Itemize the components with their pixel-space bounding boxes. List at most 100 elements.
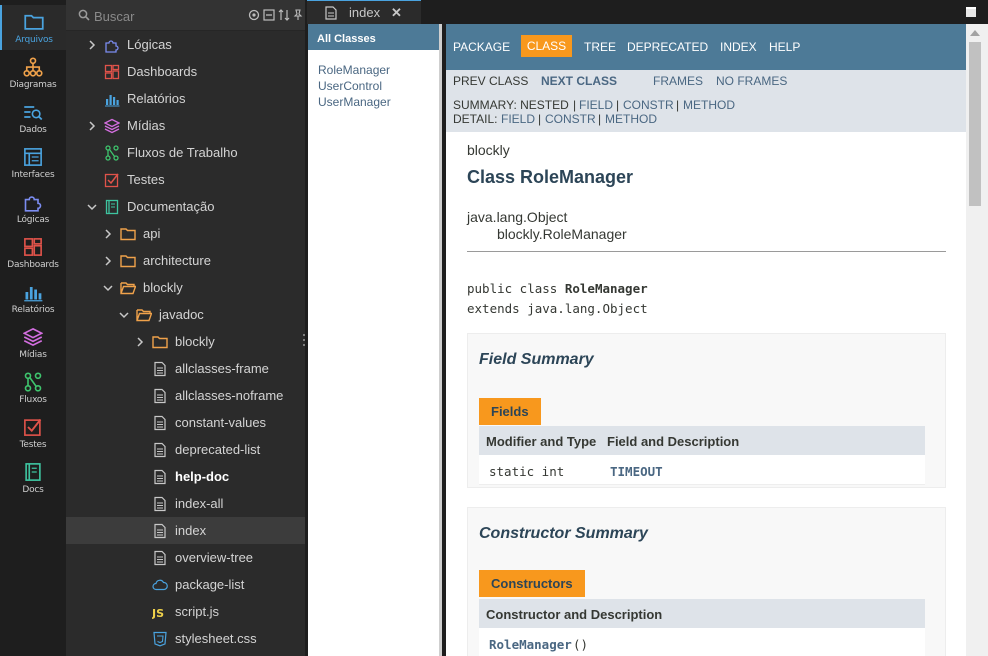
scroll-thumb[interactable] — [969, 42, 981, 206]
tab-index[interactable]: index ✕ — [307, 0, 421, 24]
all-classes-frame: All Classes RoleManager UserControl User… — [308, 24, 442, 656]
tree-item[interactable]: Lógicas — [66, 31, 305, 58]
tree-item[interactable]: stylesheet.css — [66, 625, 305, 652]
tree-item[interactable]: Documentação — [66, 193, 305, 220]
tree-item[interactable]: blockly — [66, 274, 305, 301]
pin-icon[interactable] — [292, 9, 304, 21]
class-link-usermanager[interactable]: UserManager — [318, 94, 391, 110]
activity-item-relatorios[interactable]: Relatórios — [0, 275, 66, 320]
tree-item[interactable]: architecture — [66, 247, 305, 274]
maximize-button[interactable] — [966, 7, 976, 17]
activity-item-fluxos[interactable]: Fluxos — [0, 365, 66, 410]
nav-help[interactable]: HELP — [769, 40, 800, 54]
search-input[interactable] — [94, 6, 244, 26]
field-timeout-link[interactable]: TIMEOUT — [610, 464, 663, 479]
target-icon[interactable] — [248, 9, 260, 21]
tree-item[interactable]: javadoc — [66, 301, 305, 328]
scroll-up-arrow[interactable] — [970, 30, 980, 36]
activity-item-label: Dashboards — [7, 259, 59, 270]
detail-field-link[interactable]: FIELD — [501, 112, 535, 126]
tree-item[interactable]: help-doc — [66, 463, 305, 490]
file-icon — [325, 5, 337, 20]
col-modifier-type: Modifier and Type — [486, 434, 597, 449]
tree-item-label: blockly — [143, 280, 183, 295]
data-search-icon — [22, 101, 44, 123]
class-link-rolemanager[interactable]: RoleManager — [318, 62, 391, 78]
tree-item-label: Lógicas — [127, 37, 172, 52]
no-frames-link[interactable]: NO FRAMES — [716, 74, 787, 88]
activity-item-diagramas[interactable]: Diagramas — [0, 50, 66, 95]
tree-item[interactable]: Fluxos de Trabalho — [66, 139, 305, 166]
activity-item-logicas[interactable]: Lógicas — [0, 185, 66, 230]
detail-constr-link[interactable]: CONSTR — [545, 112, 596, 126]
tree-item[interactable]: Mídias — [66, 112, 305, 139]
summary-constr-link[interactable]: CONSTR — [623, 98, 674, 112]
tree-item[interactable]: allclasses-frame — [66, 355, 305, 382]
nav-deprecated[interactable]: DEPRECATED — [627, 40, 708, 54]
nav-index[interactable]: INDEX — [720, 40, 757, 54]
tree-item[interactable]: index — [66, 517, 305, 544]
tree-item[interactable]: Relatórios — [66, 85, 305, 112]
frames-link[interactable]: FRAMES — [653, 74, 703, 88]
search-icon — [78, 9, 90, 21]
chevron-right-icon[interactable] — [102, 255, 114, 267]
css-icon — [152, 631, 168, 647]
sort-icon[interactable] — [278, 9, 290, 21]
class-link-usercontrol[interactable]: UserControl — [318, 78, 391, 94]
tab-close-button[interactable]: ✕ — [391, 5, 402, 21]
editor-tab-bar: index ✕ — [305, 0, 988, 24]
js-icon: JS — [152, 604, 168, 620]
constructor-link[interactable]: RoleManager — [489, 637, 572, 652]
tree-item[interactable]: constant-values — [66, 409, 305, 436]
sidebar-resize-handle[interactable] — [302, 333, 306, 347]
chevron-down-icon[interactable] — [118, 309, 130, 321]
nav-package[interactable]: PACKAGE — [453, 40, 510, 54]
detail-method-link[interactable]: METHOD — [605, 112, 657, 126]
class-signature: public class RoleManager — [467, 281, 648, 296]
table-row: static int TIMEOUT — [479, 455, 925, 485]
tree-item-label: index — [175, 523, 207, 538]
tree-item[interactable]: Dashboards — [66, 58, 305, 85]
chevron-right-icon[interactable] — [134, 336, 146, 348]
report-icon — [104, 91, 120, 107]
constructors-caption: Constructors — [479, 570, 585, 597]
activity-item-interfaces[interactable]: Interfaces — [0, 140, 66, 185]
vertical-scrollbar[interactable] — [966, 24, 988, 656]
activity-item-dashboards[interactable]: Dashboards — [0, 230, 66, 275]
summary-field-link[interactable]: FIELD — [579, 98, 613, 112]
tree-item[interactable]: deprecated-list — [66, 436, 305, 463]
activity-item-docs[interactable]: Docs — [0, 455, 66, 500]
chevron-down-icon[interactable] — [86, 201, 98, 213]
tree-item[interactable]: api — [66, 220, 305, 247]
tree-item[interactable]: index-all — [66, 490, 305, 517]
tree-item[interactable]: package-list — [66, 571, 305, 598]
tree-item[interactable]: blockly — [66, 328, 305, 355]
activity-item-midias[interactable]: Mídias — [0, 320, 66, 365]
chevron-right-icon[interactable] — [86, 120, 98, 132]
tree-item[interactable]: JS script.js — [66, 598, 305, 625]
tree-item[interactable]: Testes — [66, 166, 305, 193]
tree-item[interactable]: overview-tree — [66, 544, 305, 571]
tree-item-label: Mídias — [127, 118, 166, 133]
nav-tree[interactable]: TREE — [584, 40, 616, 54]
report-icon — [22, 281, 44, 303]
tree-item[interactable]: allclasses-noframe — [66, 382, 305, 409]
chevron-right-icon[interactable] — [86, 39, 98, 51]
activity-item-dados[interactable]: Dados — [0, 95, 66, 140]
constructor-table-header: Constructor and Description — [479, 599, 925, 628]
collapse-all-icon[interactable] — [263, 9, 275, 21]
chevron-down-icon[interactable] — [102, 282, 114, 294]
summary-method-link[interactable]: METHOD — [683, 98, 735, 112]
chevron-right-icon[interactable] — [102, 228, 114, 240]
next-class-link[interactable]: NEXT CLASS — [541, 74, 617, 88]
activity-item-testes[interactable]: Testes — [0, 410, 66, 455]
tree-item-label: allclasses-noframe — [175, 388, 284, 403]
folder-icon — [120, 253, 136, 269]
activity-item-arquivos[interactable]: Arquivos — [0, 5, 66, 50]
dashboard-icon — [104, 64, 120, 80]
